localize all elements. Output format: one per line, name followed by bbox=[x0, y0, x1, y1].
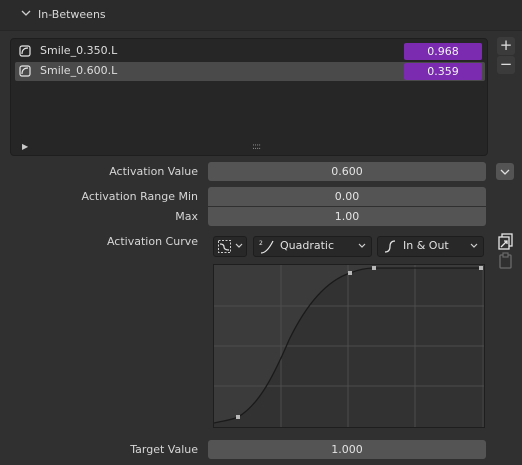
svg-text:2: 2 bbox=[259, 240, 263, 247]
activation-value-field[interactable]: 0.600 bbox=[208, 162, 486, 181]
range-max-label: Max bbox=[175, 210, 198, 223]
curve-control-point[interactable] bbox=[479, 266, 483, 270]
in-betweens-panel-header[interactable]: In-Betweens bbox=[0, 0, 522, 31]
interpolation-dropdown[interactable]: 2 Quadratic bbox=[253, 236, 372, 257]
curve-preset-menu[interactable] bbox=[213, 236, 247, 257]
curve-control-point[interactable] bbox=[348, 271, 352, 275]
chevron-down-icon bbox=[358, 243, 366, 248]
easing-dropdown[interactable]: In & Out bbox=[377, 236, 484, 257]
quadratic-curve-icon: 2 bbox=[259, 240, 274, 254]
curve-control-point[interactable] bbox=[236, 415, 240, 419]
shape-key-icon bbox=[19, 45, 31, 57]
activation-value-label: Activation Value bbox=[109, 165, 198, 178]
curve-preset-icon bbox=[218, 240, 231, 253]
filter-expand-icon[interactable]: ▶ bbox=[22, 142, 28, 151]
options-dropdown-button[interactable] bbox=[496, 163, 514, 180]
remove-button[interactable]: − bbox=[497, 56, 515, 74]
easing-value: In & Out bbox=[403, 239, 449, 252]
list-item-name: Smile_0.600.L bbox=[40, 64, 118, 77]
curve-editor[interactable] bbox=[213, 264, 485, 428]
shape-key-list[interactable]: Smile_0.350.L 0.968 Smile_0.600.L 0.359 … bbox=[10, 38, 488, 156]
list-item-value-slider[interactable]: 0.359 bbox=[404, 63, 482, 80]
target-value-label: Target Value bbox=[130, 443, 198, 456]
shape-key-icon bbox=[19, 65, 31, 77]
target-value-field[interactable]: 1.000 bbox=[208, 440, 486, 459]
range-max-field[interactable]: 1.00 bbox=[208, 207, 486, 226]
chevron-down-icon bbox=[500, 169, 510, 175]
list-item[interactable]: Smile_0.350.L 0.968 bbox=[15, 42, 485, 61]
chevron-down-icon bbox=[21, 10, 31, 16]
chevron-down-icon bbox=[235, 243, 243, 248]
curve-graph[interactable] bbox=[213, 265, 484, 427]
add-button[interactable]: + bbox=[497, 37, 515, 55]
activation-curve-label: Activation Curve bbox=[106, 235, 198, 248]
list-resize-grip[interactable]: :::: bbox=[252, 142, 261, 152]
chevron-down-icon bbox=[470, 243, 478, 248]
list-item-selected[interactable]: Smile_0.600.L 0.359 bbox=[15, 62, 485, 81]
list-item-value-slider[interactable]: 0.968 bbox=[404, 43, 482, 60]
list-item-name: Smile_0.350.L bbox=[40, 44, 118, 57]
range-min-field[interactable]: 0.00 bbox=[208, 187, 486, 206]
ease-in-out-icon bbox=[384, 240, 396, 253]
copy-icon[interactable] bbox=[497, 233, 514, 250]
range-min-label: Activation Range Min bbox=[81, 190, 198, 203]
panel-title: In-Betweens bbox=[38, 8, 106, 21]
paste-icon[interactable] bbox=[497, 252, 514, 269]
curve-control-point[interactable] bbox=[372, 266, 376, 270]
interpolation-value: Quadratic bbox=[280, 239, 335, 252]
